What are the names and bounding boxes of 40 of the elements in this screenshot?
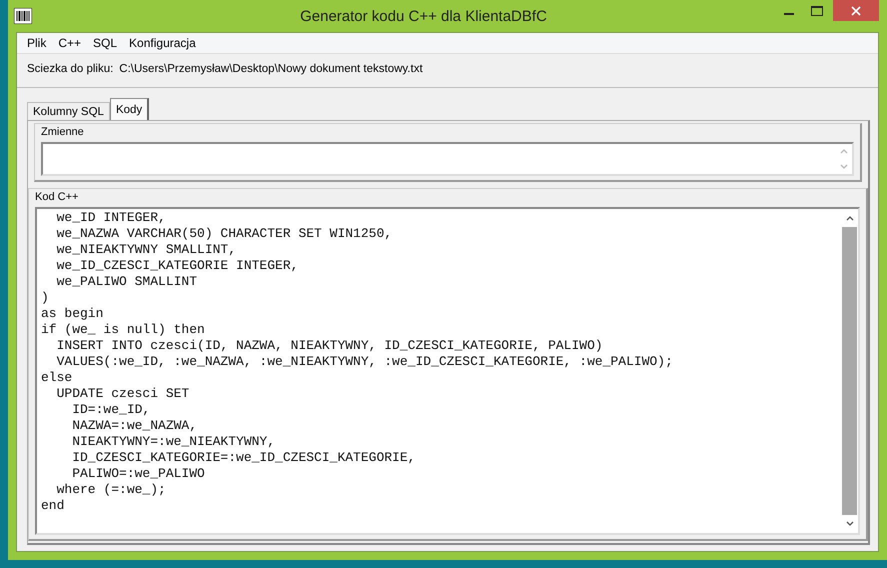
group-label: Zmienne [41,126,85,140]
path-label: Sciezka do pliku: [27,63,114,75]
code-line: end [41,498,66,514]
close-button[interactable] [833,0,879,21]
code-line: we_NAZWA VARCHAR(50) CHARACTER SET WIN1250, [56,226,394,242]
scroll-down-icon[interactable] [846,521,854,527]
menu-item[interactable]: SQL [87,35,124,51]
code-line: ) [41,290,50,306]
path-value: C:\Users\Przemysław\Desktop\Nowy dokument tekstowy.txt [119,63,423,75]
code-line: we_NIEAKTYWNY SMALLINT, [56,242,238,258]
tab[interactable]: Kolumny SQL [27,102,110,120]
maximize-icon [811,6,823,16]
variables-field[interactable] [41,142,854,176]
code-line: VALUES(:we_ID, :we_NAZWA, :we_NIEAKTYWNY, :we_ID_CZESCI_KATEGORIE, :we_PALIWO); [56,354,674,370]
code-line: where (=:we_); [56,482,167,498]
code-line: we_PALIWO SMALLINT [56,274,198,290]
menu-item[interactable]: C++ [52,35,88,51]
code-line: we_ID_CZESCI_KATEGORIE INTEGER, [56,258,300,274]
code-line: INSERT INTO czesci(ID, NAZWA, NIEAKTYWNY, ID_CZESCI_KATEGORIE, PALIWO) [56,338,604,354]
code-line: ID=:we_ID, [71,402,152,418]
minimize-icon [784,13,794,15]
group-label: Kod C++ [35,191,80,205]
menu-item[interactable]: Konfiguracja [123,35,202,51]
tab[interactable]: Kody [110,98,150,120]
code-editor[interactable] [35,207,860,535]
close-icon [851,6,861,16]
scrollbar-thumb[interactable] [842,227,857,515]
menu-item[interactable]: Plik [21,35,52,51]
code-line: UPDATE czesci SET [56,386,190,402]
code-line: if (we_ is null) then [41,322,206,338]
code-line: else [41,370,74,386]
barcode-icon [14,8,32,24]
window-title: Generator kodu C++ dla KlientaDBfC [299,8,548,24]
code-line: NAZWA=:we_NAZWA, [71,418,198,434]
code-line: as begin [41,306,104,322]
code-line: NIEAKTYWNY=:we_NIEAKTYWNY, [71,434,276,450]
code-line: we_ID INTEGER, [56,210,167,226]
code-line: ID_CZESCI_KATEGORIE=:we_ID_CZESCI_KATEGORIE, [71,450,416,466]
code-line: PALIWO=:we_PALIWO [71,466,206,482]
scroll-up-icon[interactable] [846,215,854,221]
